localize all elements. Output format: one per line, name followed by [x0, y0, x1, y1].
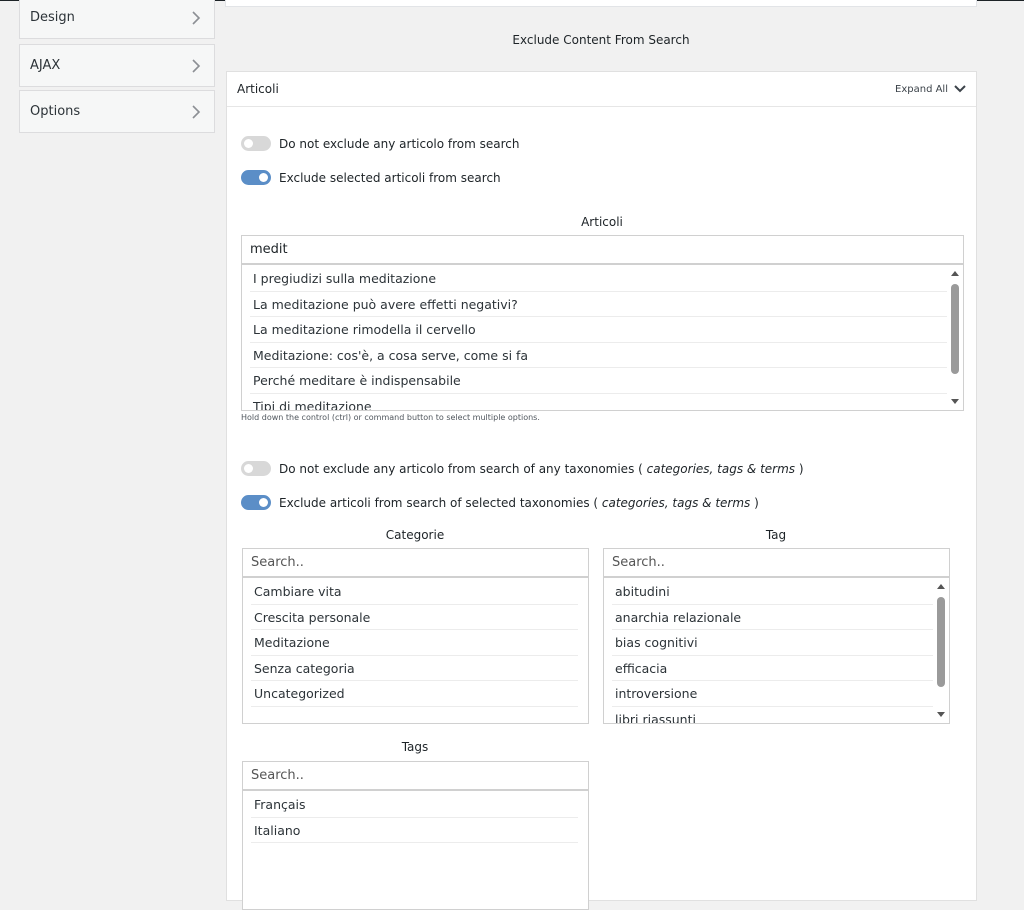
scrollbar[interactable]: [947, 265, 963, 410]
toggle-label: Exclude selected articoli from search: [279, 170, 501, 185]
sidebar-item-design[interactable]: Design: [19, 0, 215, 39]
categorie-listbox[interactable]: Cambiare vita Crescita personale Meditaz…: [242, 577, 589, 724]
toggle-knob: [244, 464, 253, 473]
tag-heading: Tag: [765, 528, 787, 542]
not-exclude-toggle[interactable]: [241, 136, 271, 151]
scroll-thumb[interactable]: [937, 597, 945, 687]
panel-header: Articoli Expand All: [227, 72, 976, 107]
articoli-heading: Articoli: [581, 215, 623, 229]
list-item[interactable]: Tipi di meditazione: [242, 394, 953, 411]
toggle-label: Exclude articoli from search of selected…: [279, 495, 759, 510]
tags-listbox[interactable]: Français Italiano: [242, 790, 589, 910]
categorie-search-input[interactable]: [242, 548, 589, 577]
toggle-label: Do not exclude any articolo from search …: [279, 461, 804, 476]
list-item[interactable]: Cambiare vita: [243, 579, 578, 605]
list-item[interactable]: bias cognitivi: [604, 630, 939, 656]
tag-listbox[interactable]: abitudini anarchia relazionale bias cogn…: [603, 577, 950, 724]
scroll-down-icon[interactable]: [951, 399, 959, 404]
panel-title: Articoli: [237, 82, 279, 96]
list-item[interactable]: efficacia: [604, 656, 939, 682]
list-item[interactable]: Perché meditare è indispensabile: [242, 368, 953, 394]
exclude-tax-toggle[interactable]: [241, 495, 271, 510]
exclude-tax-toggle-row: Exclude articoli from search of selected…: [241, 495, 759, 510]
chevron-down-icon: [954, 85, 966, 93]
exclude-selected-toggle[interactable]: [241, 170, 271, 185]
list-item[interactable]: libri riassunti: [604, 707, 939, 724]
list-item[interactable]: I pregiudizi sulla meditazione: [242, 266, 953, 292]
tag-search-input[interactable]: [603, 548, 950, 577]
toggle-label: Do not exclude any articolo from search: [279, 136, 520, 151]
multi-select-hint: Hold down the control (ctrl) or command …: [241, 413, 540, 422]
list-item[interactable]: La meditazione rimodella il cervello: [242, 317, 953, 343]
toggle-knob: [259, 498, 268, 507]
scroll-up-icon[interactable]: [951, 271, 959, 276]
sidebar-item-ajax[interactable]: AJAX: [19, 44, 215, 87]
expand-all-label: Expand All: [895, 83, 948, 95]
toggle-knob: [259, 173, 268, 182]
chevron-right-icon: [188, 10, 204, 26]
list-item[interactable]: Crescita personale: [243, 605, 578, 631]
list-item[interactable]: Italiano: [243, 818, 578, 844]
categorie-heading: Categorie: [385, 528, 445, 542]
exclude-selected-toggle-row: Exclude selected articoli from search: [241, 170, 501, 185]
chevron-right-icon: [188, 58, 204, 74]
section-title: Exclude Content From Search: [512, 33, 690, 47]
list-item[interactable]: introversione: [604, 681, 939, 707]
list-item[interactable]: abitudini: [604, 579, 939, 605]
not-exclude-tax-toggle-row: Do not exclude any articolo from search …: [241, 461, 804, 476]
list-item[interactable]: Meditazione: [243, 630, 578, 656]
list-item[interactable]: Français: [243, 792, 578, 818]
list-item[interactable]: La meditazione può avere effetti negativ…: [242, 292, 953, 318]
tags-search-input[interactable]: [242, 761, 589, 790]
not-exclude-toggle-row: Do not exclude any articolo from search: [241, 136, 520, 151]
list-item[interactable]: Meditazione: cos'è, a cosa serve, come s…: [242, 343, 953, 369]
articoli-listbox[interactable]: I pregiudizi sulla meditazione La medita…: [241, 264, 964, 411]
toggle-knob: [244, 139, 253, 148]
tags-heading: Tags: [401, 740, 429, 754]
sidebar-item-options[interactable]: Options: [19, 90, 215, 133]
articoli-search-input[interactable]: [241, 235, 964, 264]
previous-section-card: [225, 0, 977, 7]
scroll-up-icon[interactable]: [937, 584, 945, 589]
expand-all-button[interactable]: Expand All: [895, 84, 966, 95]
sidebar-item-label: Options: [30, 104, 81, 119]
tag-items: abitudini anarchia relazionale bias cogn…: [604, 578, 949, 724]
articoli-items: I pregiudizi sulla meditazione La medita…: [242, 265, 963, 411]
list-item[interactable]: Uncategorized: [243, 681, 578, 707]
categorie-items: Cambiare vita Crescita personale Meditaz…: [243, 578, 588, 707]
chevron-right-icon: [188, 104, 204, 120]
tags-items: Français Italiano: [243, 791, 588, 843]
scrollbar[interactable]: [933, 578, 949, 723]
articoli-panel: Articoli Expand All Do not exclude any a…: [226, 71, 977, 910]
sidebar-item-label: Design: [30, 10, 75, 25]
list-item[interactable]: Senza categoria: [243, 656, 578, 682]
scroll-thumb[interactable]: [951, 284, 959, 374]
sidebar-item-label: AJAX: [30, 58, 61, 73]
list-item[interactable]: anarchia relazionale: [604, 605, 939, 631]
not-exclude-tax-toggle[interactable]: [241, 461, 271, 476]
scroll-down-icon[interactable]: [937, 712, 945, 717]
